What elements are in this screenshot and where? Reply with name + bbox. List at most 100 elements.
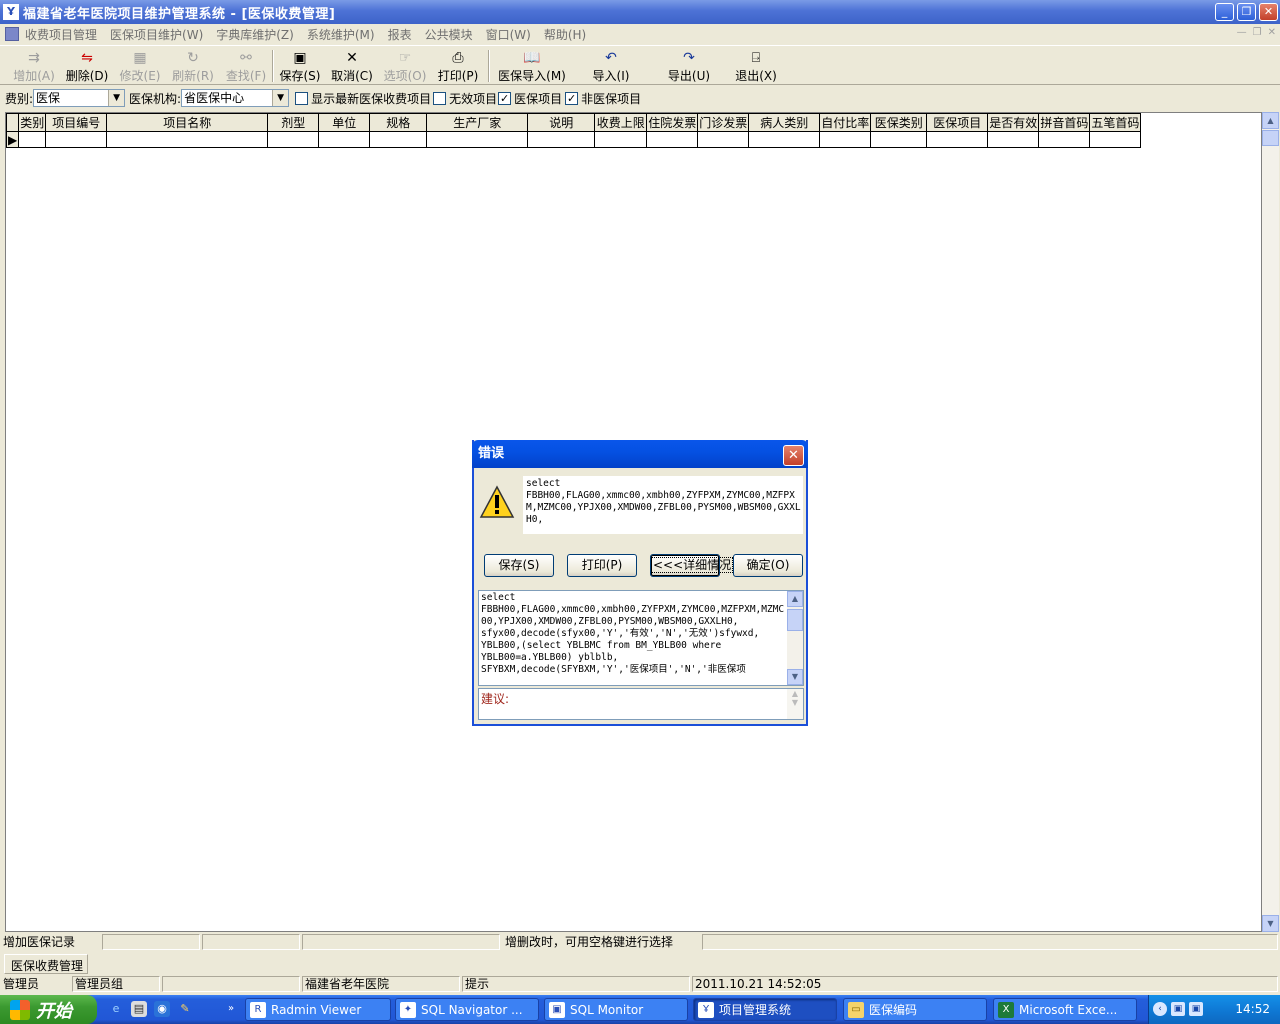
- invalid-checkbox[interactable]: [433, 91, 447, 105]
- yb-checkbox[interactable]: ✓: [498, 91, 512, 105]
- col-header[interactable]: 生产厂家: [426, 113, 529, 132]
- col-header[interactable]: 病人类别: [748, 113, 821, 132]
- network-icon[interactable]: ▣: [1171, 1002, 1185, 1016]
- scroll-up-icon[interactable]: ▲: [787, 591, 803, 607]
- task-yb-code-folder[interactable]: ▭ 医保编码: [843, 998, 987, 1021]
- grid-cell[interactable]: [926, 131, 989, 148]
- col-header[interactable]: 住院发票: [646, 113, 699, 132]
- mdi-child-icon[interactable]: [5, 27, 19, 41]
- options-button[interactable]: ☞ 选项(O): [382, 49, 428, 84]
- document-icon[interactable]: ▤: [131, 1001, 147, 1017]
- grid-cell[interactable]: [748, 131, 821, 148]
- chevron-right-icon[interactable]: »: [223, 1001, 239, 1017]
- mdi-minimize-icon[interactable]: —: [1237, 27, 1247, 38]
- print-button[interactable]: ⎙ 打印(P): [435, 49, 481, 84]
- grid-cell[interactable]: [426, 131, 529, 148]
- dialog-save-button[interactable]: 保存(S): [484, 554, 554, 577]
- grid-cell[interactable]: [987, 131, 1040, 148]
- task-excel[interactable]: X Microsoft Exce...: [993, 998, 1137, 1021]
- col-header[interactable]: 医保项目: [926, 113, 989, 132]
- scroll-down-icon[interactable]: ▼: [787, 669, 803, 685]
- chevron-down-icon[interactable]: ▼: [272, 90, 289, 106]
- col-header[interactable]: 拼音首码: [1038, 113, 1091, 132]
- exit-button[interactable]: ⍈ 退出(X): [733, 49, 779, 84]
- menu-common[interactable]: 公共模块: [425, 26, 473, 43]
- scroll-down-icon[interactable]: ▼: [787, 698, 803, 707]
- task-sql-monitor[interactable]: ▣ SQL Monitor: [544, 998, 688, 1021]
- delete-button[interactable]: ⇋ 删除(D): [64, 49, 110, 84]
- document-tab[interactable]: 医保收费管理: [4, 954, 88, 974]
- show-latest-checkbox[interactable]: [295, 91, 309, 105]
- import-button[interactable]: ↶ 导入(I): [588, 49, 634, 84]
- refresh-button[interactable]: ↻ 刷新(R): [170, 49, 216, 84]
- scroll-up-icon[interactable]: ▲: [1262, 112, 1279, 129]
- grid-cell[interactable]: [1089, 131, 1142, 148]
- save-button[interactable]: ▣ 保存(S): [277, 49, 323, 84]
- grid-cell[interactable]: [594, 131, 648, 148]
- grid-cell[interactable]: [527, 131, 596, 148]
- add-button[interactable]: ⇉ 增加(A): [12, 49, 56, 84]
- org-select[interactable]: 省医保中心 ▼: [181, 89, 290, 107]
- detail-textbox[interactable]: select FBBH00,FLAG00,xmmc00,xmbh00,ZYFPX…: [478, 590, 804, 686]
- menu-dictionary[interactable]: 字典库维护(Z): [216, 26, 294, 43]
- fee-select[interactable]: 医保 ▼: [33, 89, 126, 107]
- ie-icon[interactable]: e: [108, 1001, 124, 1017]
- non-yb-checkbox[interactable]: ✓: [565, 91, 579, 105]
- menu-help[interactable]: 帮助(H): [544, 26, 586, 43]
- grid-cell[interactable]: [18, 131, 47, 148]
- grid-cell[interactable]: [870, 131, 928, 148]
- menu-reports[interactable]: 报表: [388, 26, 412, 43]
- menu-yb-maintenance[interactable]: 医保项目维护(W): [110, 26, 203, 43]
- dialog-detail-button[interactable]: <<<详细情况: [650, 554, 734, 577]
- col-header[interactable]: 说明: [527, 113, 596, 132]
- dialog-print-button[interactable]: 打印(P): [567, 554, 637, 577]
- grid-cell[interactable]: [318, 131, 371, 148]
- close-button[interactable]: ✕: [1259, 3, 1278, 21]
- grid-cell[interactable]: [646, 131, 699, 148]
- grid-cell[interactable]: [1038, 131, 1091, 148]
- scroll-down-icon[interactable]: ▼: [1262, 915, 1279, 932]
- grid-cell[interactable]: [369, 131, 428, 148]
- scroll-thumb[interactable]: [1262, 130, 1279, 146]
- col-header[interactable]: 规格: [369, 113, 428, 132]
- col-header[interactable]: 收费上限: [594, 113, 648, 132]
- dialog-ok-button[interactable]: 确定(O): [733, 554, 803, 577]
- task-radmin[interactable]: R Radmin Viewer: [245, 998, 391, 1021]
- scroll-up-icon[interactable]: ▲: [787, 689, 803, 698]
- col-header[interactable]: 单位: [318, 113, 371, 132]
- dialog-close-button[interactable]: ✕: [783, 445, 804, 466]
- menu-fee-items[interactable]: 收费项目管理: [25, 26, 97, 43]
- col-header[interactable]: 五笔首码: [1089, 113, 1142, 132]
- start-button[interactable]: 开始: [0, 995, 97, 1024]
- menu-window[interactable]: 窗口(W): [486, 26, 531, 43]
- grid-cell[interactable]: [45, 131, 108, 148]
- export-button[interactable]: ↷ 导出(U): [666, 49, 712, 84]
- grid-cell[interactable]: [697, 131, 750, 148]
- mdi-close-icon[interactable]: ✕: [1268, 27, 1276, 38]
- scroll-thumb[interactable]: [787, 609, 803, 631]
- menu-system[interactable]: 系统维护(M): [307, 26, 375, 43]
- grid-cell[interactable]: [819, 131, 872, 148]
- table-row[interactable]: ▶: [5, 131, 1142, 148]
- minimize-button[interactable]: _: [1215, 3, 1234, 21]
- network-icon[interactable]: ▣: [1189, 1002, 1203, 1016]
- tray-expand-icon[interactable]: ‹: [1153, 1002, 1167, 1016]
- col-header[interactable]: 项目名称: [106, 113, 269, 132]
- grid-scrollbar[interactable]: ▲ ▼: [1262, 112, 1279, 932]
- col-header[interactable]: 是否有效: [987, 113, 1040, 132]
- task-project-system[interactable]: Ұ 项目管理系统: [693, 998, 837, 1021]
- find-button[interactable]: ⚯ 查找(F): [223, 49, 269, 84]
- col-header[interactable]: 项目编号: [45, 113, 108, 132]
- cancel-button[interactable]: ✕ 取消(C): [329, 49, 375, 84]
- suggestion-box[interactable]: 建议: ▲ ▼: [478, 688, 804, 720]
- col-header[interactable]: 类别: [18, 113, 47, 132]
- suggestion-scrollbar[interactable]: ▲ ▼: [787, 689, 803, 719]
- maximize-button[interactable]: ❐: [1237, 3, 1256, 21]
- grid-cell[interactable]: [267, 131, 320, 148]
- tool-icon[interactable]: ✎: [177, 1001, 193, 1017]
- import-yb-button[interactable]: 📖 医保导入(M): [497, 49, 567, 84]
- grid-cell[interactable]: [106, 131, 269, 148]
- modify-button[interactable]: ▦ 修改(E): [117, 49, 163, 84]
- col-header[interactable]: 剂型: [267, 113, 320, 132]
- clock[interactable]: 14:52: [1235, 1002, 1270, 1016]
